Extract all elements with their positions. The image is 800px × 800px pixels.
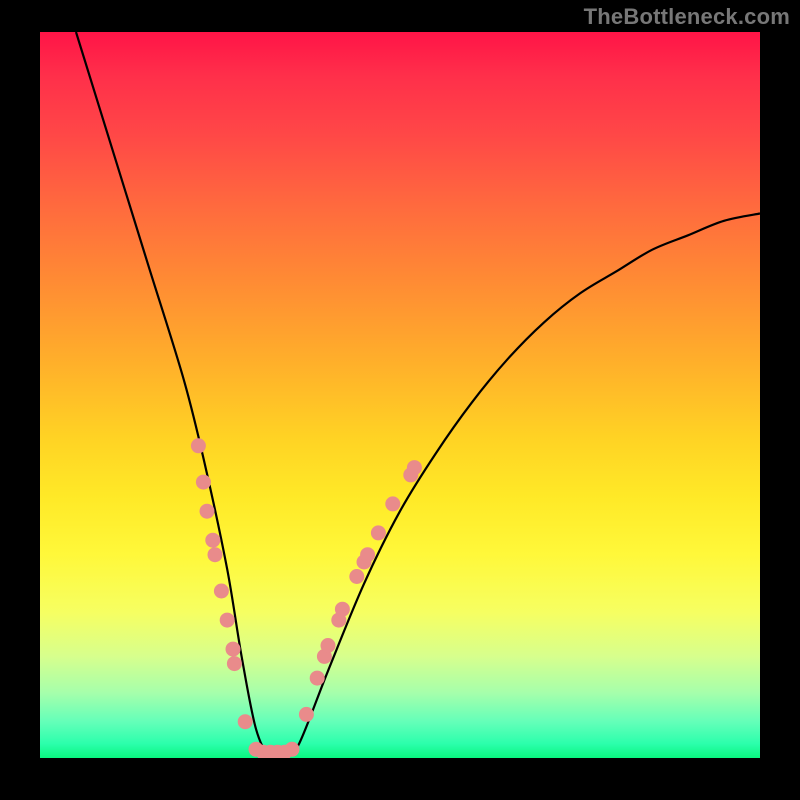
marker-dot [238, 714, 253, 729]
marker-dot [285, 742, 300, 757]
curve-layer [76, 32, 760, 758]
marker-dot [407, 460, 422, 475]
marker-dot [310, 671, 325, 686]
marker-dot [335, 602, 350, 617]
chart-container: TheBottleneck.com [0, 0, 800, 800]
marker-dot [226, 642, 241, 657]
marker-dot [227, 656, 242, 671]
marker-layer [191, 438, 422, 758]
marker-dot [196, 475, 211, 490]
marker-dot [214, 584, 229, 599]
marker-dot [299, 707, 314, 722]
marker-dot [191, 438, 206, 453]
bottleneck-curve [76, 32, 760, 758]
marker-dot [360, 547, 375, 562]
marker-dot [371, 525, 386, 540]
plot-area [40, 32, 760, 758]
marker-dot [220, 613, 235, 628]
marker-dot [205, 533, 220, 548]
attribution-label: TheBottleneck.com [584, 4, 790, 30]
marker-dot [200, 504, 215, 519]
chart-svg [40, 32, 760, 758]
marker-dot [321, 638, 336, 653]
marker-dot [349, 569, 364, 584]
marker-dot [385, 496, 400, 511]
marker-dot [208, 547, 223, 562]
